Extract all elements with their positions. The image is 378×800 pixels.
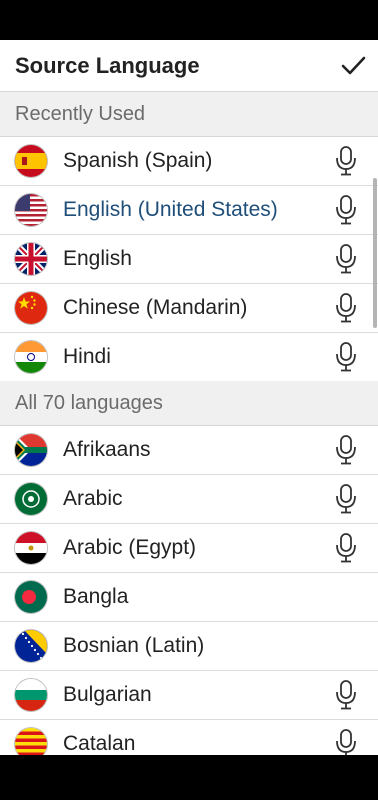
language-label: Bangla — [63, 585, 129, 608]
header: Source Language — [0, 40, 378, 92]
scrollbar[interactable] — [373, 178, 377, 328]
language-label: English — [63, 247, 132, 270]
language-label: Catalan — [63, 732, 136, 755]
microphone-icon[interactable] — [335, 244, 357, 274]
bangladesh-flag-icon — [15, 581, 47, 613]
bulgaria-flag-icon — [15, 679, 47, 711]
microphone-icon[interactable] — [335, 293, 357, 323]
uk-flag-icon — [15, 243, 47, 275]
language-row-arabic-egypt[interactable]: Arabic (Egypt) — [0, 524, 378, 573]
section-header-all: All 70 languages — [0, 381, 378, 426]
language-row-bangla[interactable]: Bangla — [0, 573, 378, 622]
language-row-english[interactable]: English — [0, 235, 378, 284]
bosnia-flag-icon — [15, 630, 47, 662]
language-row-afrikaans[interactable]: Afrikaans — [0, 426, 378, 475]
navigation-bar — [0, 755, 378, 800]
language-label: Spanish (Spain) — [63, 149, 213, 172]
language-row-spanish-spain[interactable]: Spanish (Spain) — [0, 137, 378, 186]
microphone-icon[interactable] — [335, 195, 357, 225]
language-row-arabic[interactable]: Arabic — [0, 475, 378, 524]
language-label: English (United States) — [63, 198, 278, 221]
microphone-icon[interactable] — [335, 342, 357, 372]
microphone-icon[interactable] — [335, 484, 357, 514]
section-header-recent: Recently Used — [0, 92, 378, 137]
status-bar — [0, 0, 378, 40]
microphone-icon[interactable] — [335, 435, 357, 465]
language-label: Arabic (Egypt) — [63, 536, 197, 559]
language-label: Bosnian (Latin) — [63, 634, 205, 657]
microphone-icon[interactable] — [335, 533, 357, 563]
section-label: Recently Used — [15, 103, 146, 125]
checkmark-icon[interactable] — [338, 50, 368, 80]
language-row-bulgarian[interactable]: Bulgarian — [0, 671, 378, 720]
microphone-icon[interactable] — [335, 680, 357, 710]
spain-flag-icon — [15, 145, 47, 177]
language-label: Afrikaans — [63, 438, 151, 461]
section-label: All 70 languages — [15, 392, 163, 414]
south-africa-flag-icon — [15, 434, 47, 466]
language-row-chinese-mandarin[interactable]: Chinese (Mandarin) — [0, 284, 378, 333]
india-flag-icon — [15, 341, 47, 373]
language-label: Hindi — [63, 345, 111, 368]
microphone-icon[interactable] — [335, 146, 357, 176]
arab-league-flag-icon — [15, 483, 47, 515]
egypt-flag-icon — [15, 532, 47, 564]
language-label: Arabic — [63, 487, 123, 510]
china-flag-icon — [15, 292, 47, 324]
language-row-english-us[interactable]: English (United States) — [0, 186, 378, 235]
usa-flag-icon — [15, 194, 47, 226]
page-title: Source Language — [15, 53, 200, 78]
language-label: Chinese (Mandarin) — [63, 296, 248, 319]
language-label: Bulgarian — [63, 683, 152, 706]
language-row-hindi[interactable]: Hindi — [0, 333, 378, 382]
language-row-bosnian-latin[interactable]: Bosnian (Latin) — [0, 622, 378, 671]
